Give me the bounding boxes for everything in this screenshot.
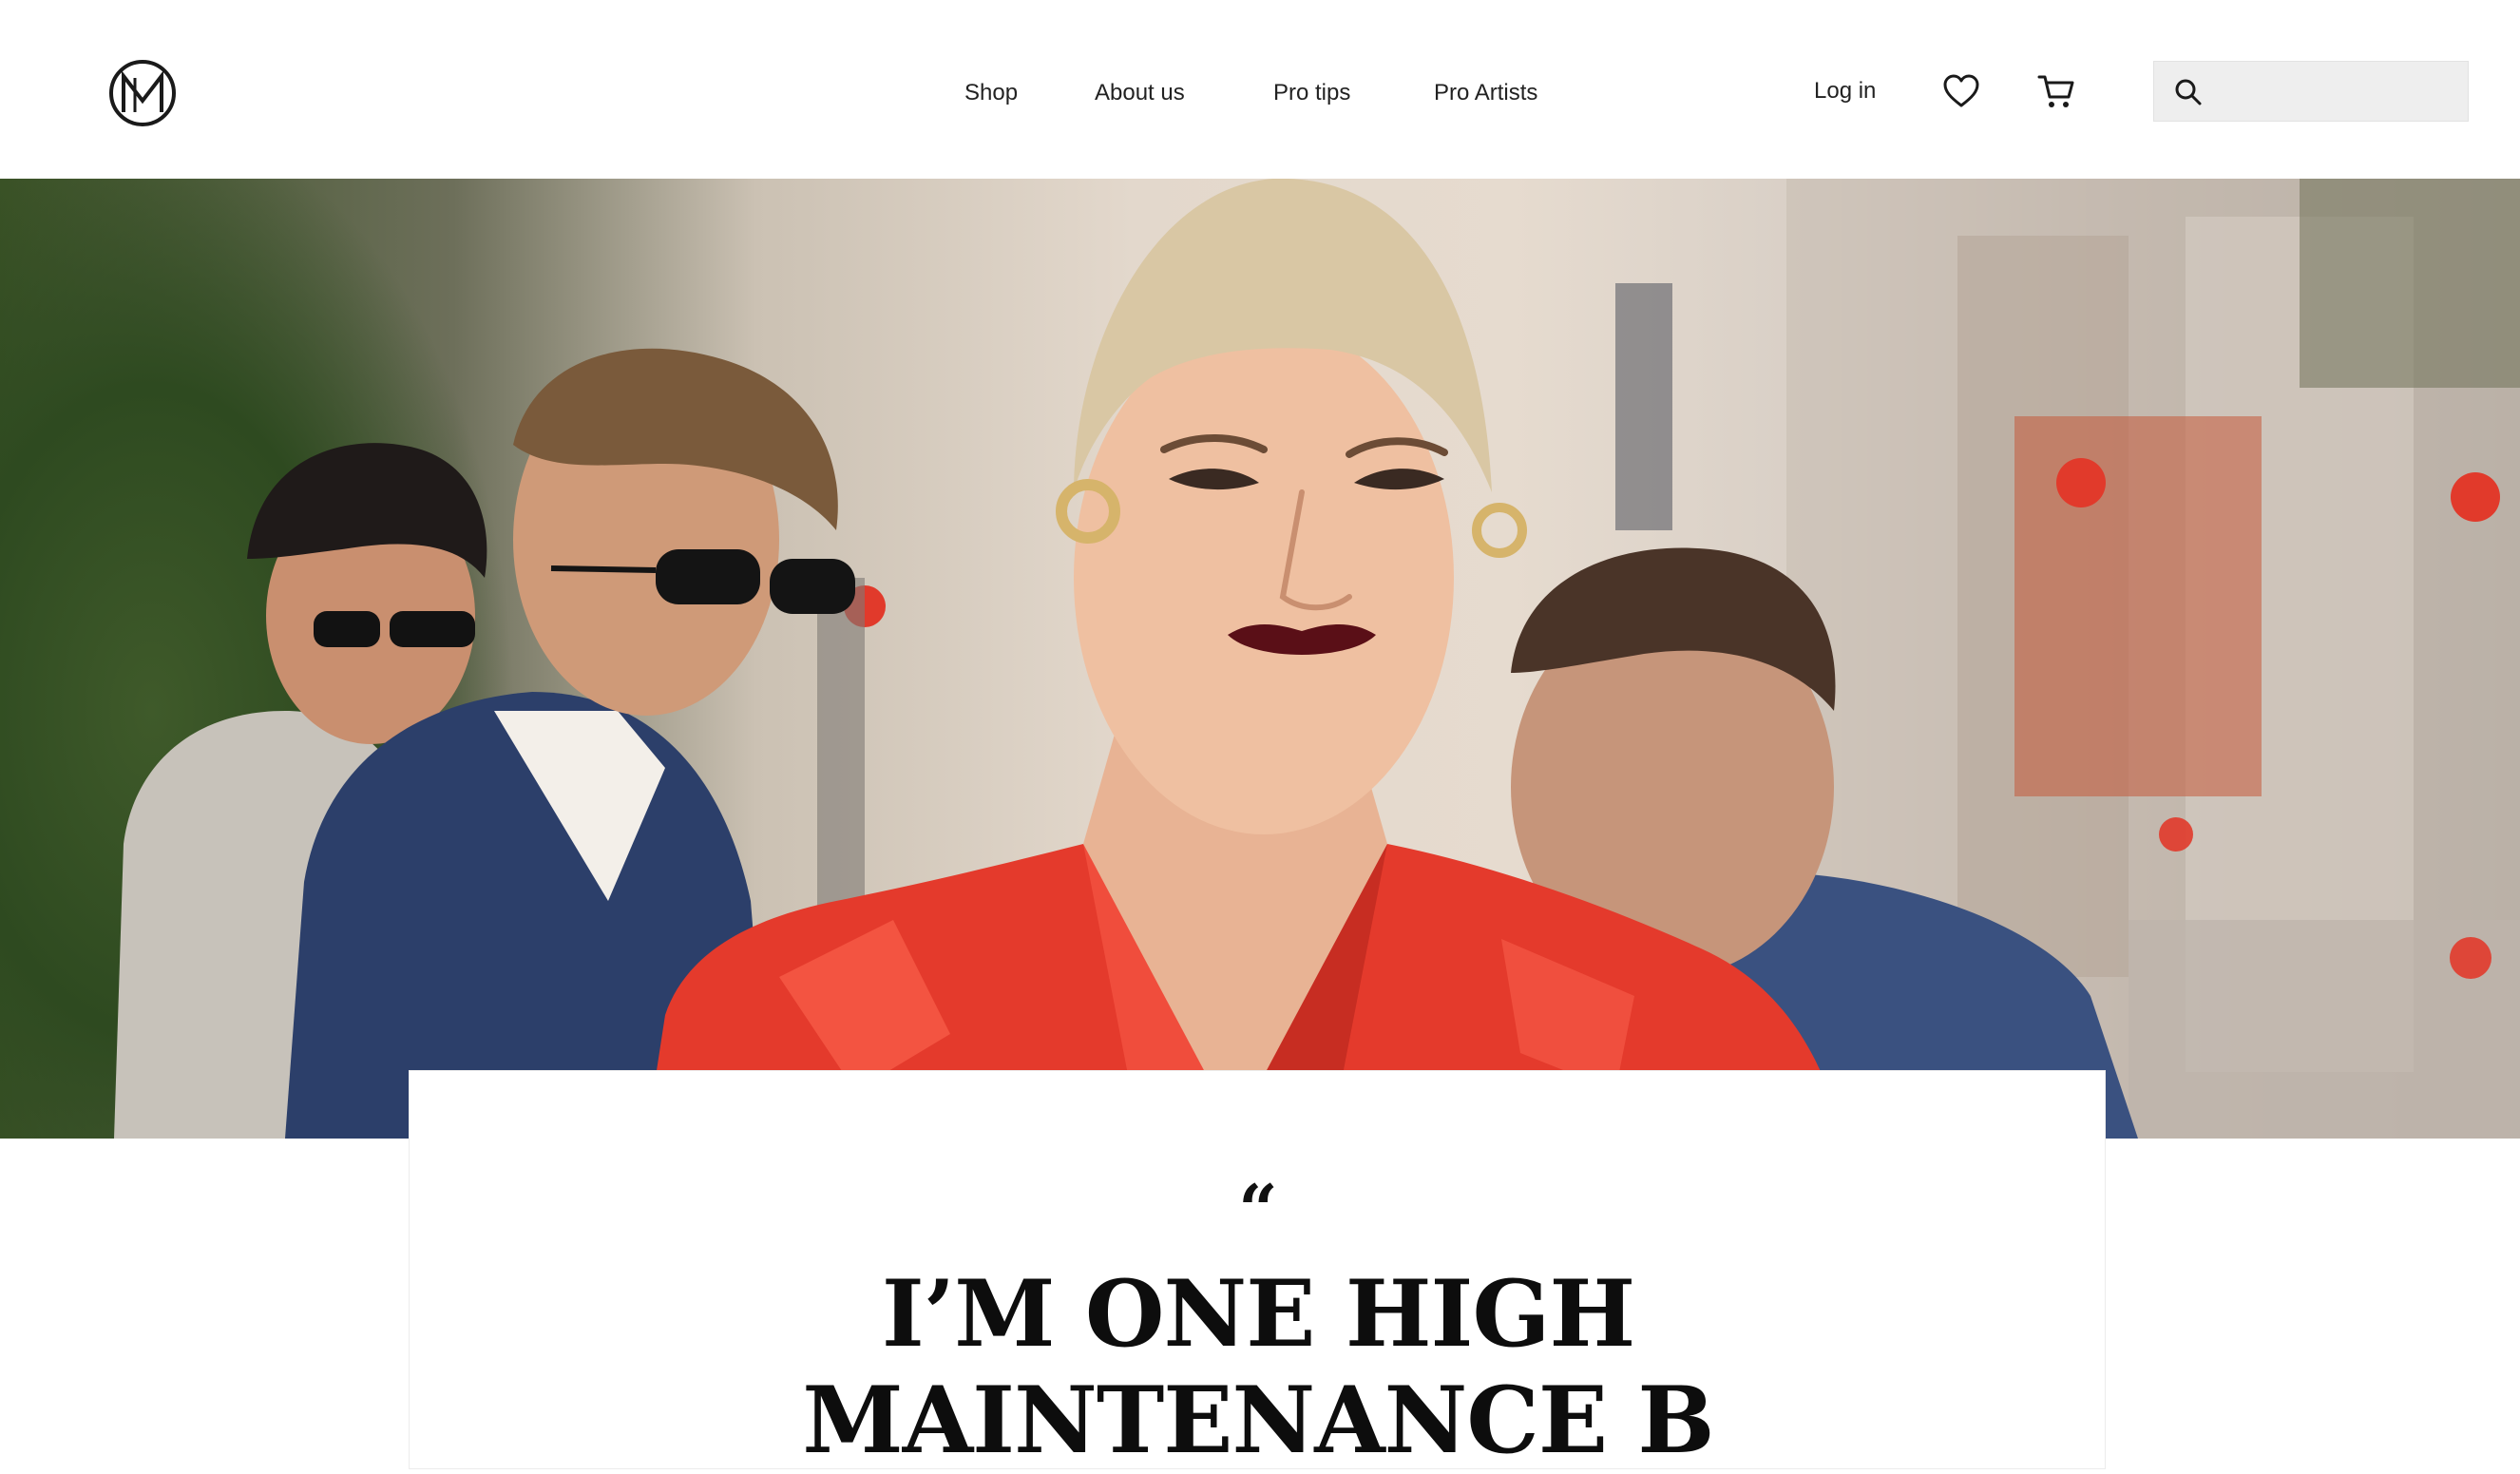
nav-pro-tips[interactable]: Pro tips xyxy=(1273,74,1350,112)
nav-pro-artists[interactable]: Pro Artists xyxy=(1434,74,1537,112)
brand-logo-icon[interactable] xyxy=(106,57,179,129)
search-bar[interactable] xyxy=(2153,61,2469,123)
nav-shop[interactable]: Shop xyxy=(964,74,1018,112)
quote-headline: I’M ONE HIGH MAINTENANCE B xyxy=(802,1260,1714,1474)
search-icon xyxy=(2173,77,2204,107)
search-input[interactable] xyxy=(2215,62,2464,123)
login-link[interactable]: Log in xyxy=(1814,72,1876,110)
site-header: Shop About us Pro tips Pro Artists Log i… xyxy=(0,0,2520,179)
quote-card: “ I’M ONE HIGH MAINTENANCE B xyxy=(409,1070,2106,1474)
hero-image xyxy=(0,179,2520,1139)
hero-photo-illustration xyxy=(114,179,2520,1139)
nav-about-us[interactable]: About us xyxy=(1095,74,1185,112)
wishlist-heart-icon[interactable] xyxy=(1940,70,1982,112)
quote-mark: “ xyxy=(1238,1169,1278,1250)
cart-icon[interactable] xyxy=(2035,70,2077,112)
